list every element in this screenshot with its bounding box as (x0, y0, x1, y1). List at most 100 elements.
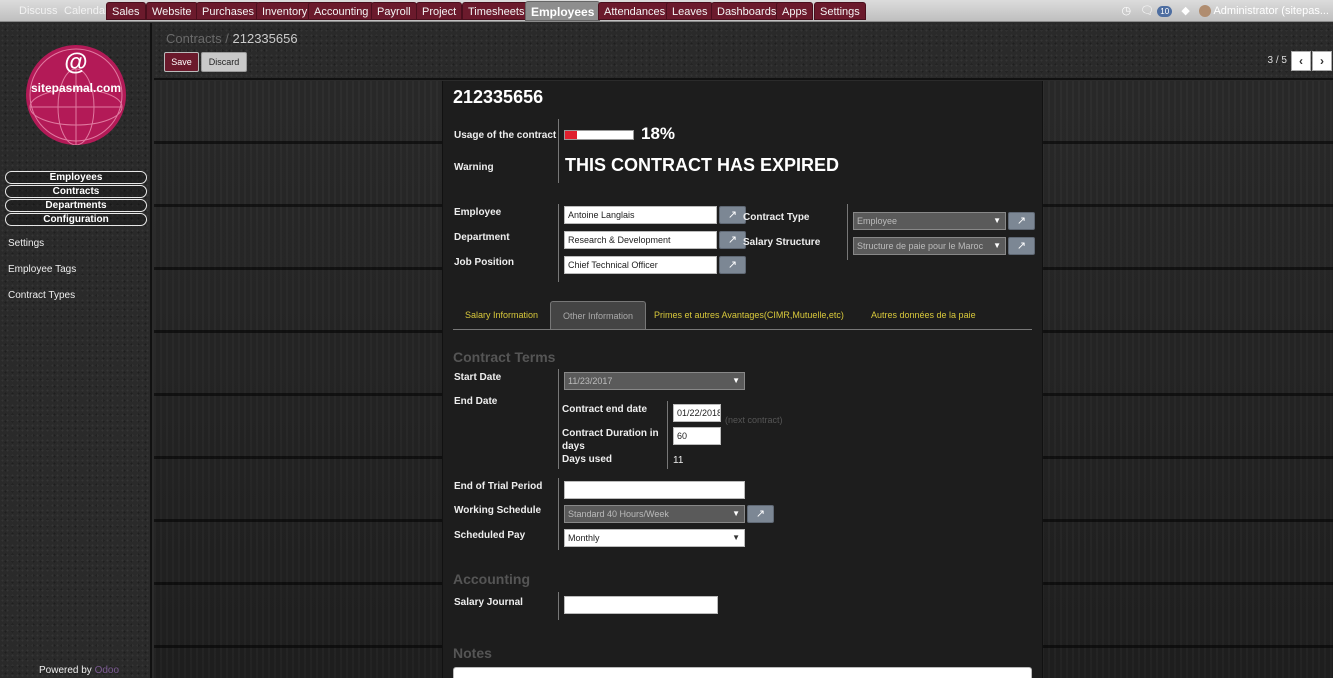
scheduled-pay-label: Scheduled Pay (454, 530, 526, 541)
caret-down-icon: ▼ (993, 216, 1001, 225)
contract-type-open-button[interactable]: ↗ (1008, 212, 1035, 230)
sidebar-link-settings[interactable]: Settings (8, 238, 44, 249)
nav-attendances[interactable]: Attendances (598, 2, 672, 20)
contract-type-select[interactable]: Employee ▼ (853, 212, 1006, 230)
trial-period-label: End of Trial Period (454, 481, 543, 492)
days-used-value: 11 (673, 455, 684, 466)
contract-duration-field[interactable]: 60 (673, 427, 721, 445)
employee-open-button[interactable]: ↗ (719, 206, 746, 224)
external-link-icon: ↗ (1016, 240, 1027, 252)
save-button[interactable]: Save (164, 52, 199, 72)
field-divider (558, 478, 559, 550)
start-date-field[interactable]: 11/23/2017 ▼ (564, 372, 745, 390)
caret-down-icon: ▼ (732, 533, 740, 542)
breadcrumb-current: 212335656 (232, 31, 298, 46)
caret-down-icon: ▼ (732, 376, 740, 385)
chat-icon[interactable]: 🗨 (1140, 3, 1154, 19)
avatar[interactable] (1199, 5, 1211, 18)
usage-label: Usage of the contract (454, 130, 557, 141)
pager-next-button[interactable]: › (1312, 51, 1332, 71)
department-open-button[interactable]: ↗ (719, 231, 746, 249)
nav-dashboards[interactable]: Dashboards (711, 2, 783, 20)
sidebar-item-employees[interactable]: Employees (5, 171, 147, 184)
logo-text: sitepasmal.com (30, 81, 122, 95)
nav-purchases[interactable]: Purchases (196, 2, 260, 20)
usage-percent: 18% (641, 124, 676, 143)
sidebar-item-contracts[interactable]: Contracts (5, 185, 147, 198)
powered-by-text: Powered by (39, 665, 92, 676)
breadcrumb: Contracts / 212335656 (166, 31, 298, 46)
contract-end-date-field[interactable]: 01/22/2018 (673, 404, 721, 422)
scheduled-pay-select[interactable]: Monthly ▼ (564, 529, 745, 547)
nav-website[interactable]: Website (146, 2, 198, 20)
department-field[interactable]: Research & Development (564, 231, 717, 249)
working-schedule-label: Working Schedule (454, 505, 542, 516)
company-logo[interactable]: @ sitepasmal.com (26, 45, 126, 145)
nav-payroll[interactable]: Payroll (371, 2, 417, 20)
contract-end-date-label: Contract end date (562, 404, 648, 415)
nav-accounting[interactable]: Accounting (308, 2, 375, 20)
accounting-heading: Accounting (453, 571, 530, 587)
days-used-label: Days used (562, 454, 613, 465)
tab-autres-donnees-paie[interactable]: Autres données de la paie (859, 301, 988, 329)
start-date-label: Start Date (454, 372, 502, 383)
chevron-left-icon: ‹ (1299, 54, 1303, 68)
field-divider (558, 592, 559, 620)
nav-inventory[interactable]: Inventory (256, 2, 314, 20)
logo-at-symbol: @ (64, 49, 88, 76)
tab-primes-avantages[interactable]: Primes et autres Avantages(CIMR,Mutuelle… (642, 301, 856, 329)
contract-terms-heading: Contract Terms (453, 349, 556, 365)
topbar-user-area: ◷ 🗨 10 ◆ Administrator (sitepas... (1121, 3, 1329, 19)
odoo-link[interactable]: Odoo (95, 665, 119, 676)
salary-structure-open-button[interactable]: ↗ (1008, 237, 1035, 255)
notes-textarea[interactable] (453, 667, 1032, 678)
nav-leaves[interactable]: Leaves (666, 2, 714, 20)
notes-heading: Notes (453, 645, 492, 661)
nav-settings[interactable]: Settings (814, 2, 866, 20)
sidebar-link-employee-tags[interactable]: Employee Tags (8, 264, 76, 275)
control-panel: Contracts / 212335656 Save Discard 3 / 5… (154, 23, 1333, 80)
salary-structure-value: Structure de paie pour le Maroc (857, 241, 984, 251)
job-position-field[interactable]: Chief Technical Officer (564, 256, 717, 274)
job-position-open-button[interactable]: ↗ (719, 256, 746, 274)
warning-label: Warning (454, 162, 494, 173)
sidebar-link-contract-types[interactable]: Contract Types (8, 290, 75, 301)
salary-journal-field[interactable] (564, 596, 718, 614)
working-schedule-open-button[interactable]: ↗ (747, 505, 774, 523)
clock-icon[interactable]: ◷ (1121, 3, 1131, 19)
salary-structure-label: Salary Structure (743, 237, 821, 248)
nav-project[interactable]: Project (416, 2, 463, 20)
external-link-icon: ↗ (1016, 215, 1027, 227)
working-schedule-select[interactable]: Standard 40 Hours/Week ▼ (564, 505, 745, 523)
external-link-icon: ↗ (727, 259, 738, 271)
pager-previous-button[interactable]: ‹ (1291, 51, 1311, 71)
sidebar-item-departments[interactable]: Departments (5, 199, 147, 212)
field-divider (558, 119, 559, 183)
field-divider (667, 401, 668, 469)
trial-period-field[interactable] (564, 481, 745, 499)
tab-salary-information[interactable]: Salary Information (453, 301, 550, 329)
discard-button[interactable]: Discard (201, 52, 247, 72)
nav-employees[interactable]: Employees (525, 1, 601, 21)
usage-progress-bar (564, 130, 634, 140)
nav-timesheets[interactable]: Timesheets (462, 2, 531, 20)
nav-discuss[interactable]: Discuss (14, 2, 63, 20)
contract-type-value: Employee (857, 216, 898, 226)
breadcrumb-separator: / (225, 31, 229, 46)
field-divider (558, 369, 559, 469)
contract-duration-label: Contract Duration in days (562, 428, 659, 452)
salary-journal-label: Salary Journal (454, 597, 523, 608)
tab-other-information[interactable]: Other Information (550, 301, 647, 329)
nav-sales[interactable]: Sales (106, 2, 146, 20)
pager-value: 3 / 5 (1267, 55, 1287, 66)
sidebar: @ sitepasmal.com Employees Contracts Dep… (0, 23, 152, 678)
employee-field[interactable]: Antoine Langlais (564, 206, 717, 224)
department-label: Department (454, 232, 510, 243)
breadcrumb-contracts[interactable]: Contracts (166, 31, 222, 46)
salary-structure-select[interactable]: Structure de paie pour le Maroc ▼ (853, 237, 1006, 255)
user-menu[interactable]: Administrator (sitepas... (1213, 5, 1329, 17)
nav-apps[interactable]: Apps (776, 2, 814, 20)
sidebar-item-configuration[interactable]: Configuration (5, 213, 147, 226)
gift-icon[interactable]: ◆ (1181, 3, 1189, 19)
start-date-value: 11/23/2017 (568, 376, 613, 386)
